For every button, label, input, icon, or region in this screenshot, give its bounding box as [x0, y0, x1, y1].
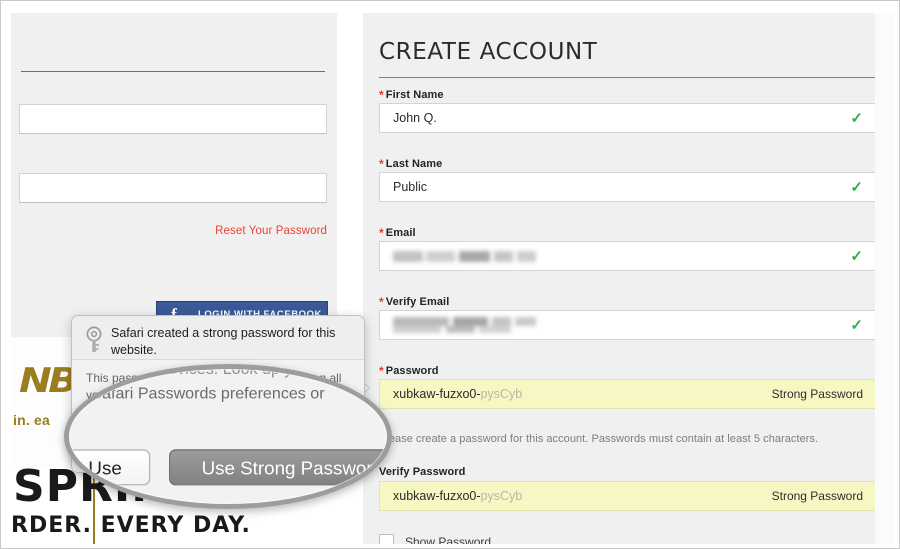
required-marker: *	[379, 157, 384, 171]
magnifier-text-line-1: This… on all your devices. Look up your	[64, 364, 316, 379]
password-value-faded: pysCyb	[480, 387, 523, 401]
password-help-text: Please create a password for this accoun…	[379, 433, 819, 445]
last-name-value: Public	[393, 180, 428, 194]
email-label: * Email	[379, 226, 416, 240]
magnifier-scaled-content: This… on all your devices. Look up your …	[64, 364, 392, 509]
first-name-label: * First Name	[379, 88, 444, 102]
title-divider	[379, 77, 875, 78]
show-password-row[interactable]: Show Password	[379, 534, 491, 544]
password-strength-note: Strong Password	[771, 387, 863, 401]
last-name-label-text: Last Name	[385, 158, 443, 170]
show-password-label: Show Password	[405, 534, 492, 545]
login-username-input[interactable]	[19, 104, 327, 134]
last-name-valid-icon: ✓	[850, 178, 863, 196]
magnified-use-strong-password-button[interactable]: Use Strong Password	[169, 449, 392, 486]
promo-logo-subtext: in. ea	[13, 412, 50, 428]
verify-email-valid-icon: ✓	[850, 316, 863, 334]
first-name-value: John Q.	[393, 111, 437, 125]
first-name-input[interactable]: John Q. ✓	[379, 103, 875, 133]
reset-password-link[interactable]: Reset Your Password	[215, 225, 327, 237]
browser-page-frame: Reset Your Password f LOGIN WITH FACEBOO…	[0, 0, 900, 549]
password-value: xubkaw-fuzxo0-pysCyb	[393, 387, 522, 401]
verify-password-value-visible: xubkaw-fuzxo0-	[393, 489, 481, 503]
email-label-text: Email	[385, 227, 416, 239]
magnified-dont-use-button[interactable]: Don’t Use	[64, 449, 151, 486]
magnifier-text-line-2: sswords in Safari Passwords preferences …	[64, 383, 325, 403]
show-password-checkbox[interactable]	[379, 534, 394, 544]
first-name-label-text: First Name	[385, 89, 444, 101]
email-value-redacted	[393, 250, 536, 262]
page-right-edge	[875, 13, 895, 544]
popover-header: Safari created a strong password for thi…	[72, 316, 364, 360]
login-password-input[interactable]	[19, 173, 327, 203]
magnifier-lens-content: This… on all your devices. Look up your …	[64, 364, 392, 509]
verify-email-value-redacted	[393, 317, 536, 333]
required-marker: *	[379, 295, 384, 309]
verify-email-label-text: Verify Email	[385, 296, 450, 308]
page-content: Reset Your Password f LOGIN WITH FACEBOO…	[7, 7, 895, 544]
create-account-panel: CREATE ACCOUNT * First Name John Q. ✓ * La…	[363, 13, 875, 544]
verify-password-input[interactable]: xubkaw-fuzxo0-pysCyb Strong Password	[379, 481, 875, 511]
last-name-input[interactable]: Public ✓	[379, 172, 875, 202]
verify-email-label: * Verify Email	[379, 295, 449, 309]
required-marker: *	[379, 226, 384, 240]
password-value-visible: xubkaw-fuzxo0-	[393, 387, 481, 401]
email-input[interactable]: ✓	[379, 241, 875, 271]
password-label-text: Password	[385, 365, 439, 377]
login-panel-divider	[21, 71, 325, 72]
required-marker: *	[379, 88, 384, 102]
password-input[interactable]: xubkaw-fuzxo0-pysCyb Strong Password	[379, 379, 875, 409]
verify-email-input[interactable]: ✓	[379, 310, 875, 340]
verify-password-value-faded: pysCyb	[480, 489, 523, 503]
promo-subline: RDER. EVERY DAY.	[11, 513, 251, 538]
verify-password-strength-note: Strong Password	[771, 489, 863, 503]
popover-headline: Safari created a strong password for thi…	[111, 326, 336, 357]
key-icon	[83, 326, 105, 354]
last-name-label: * Last Name	[379, 157, 442, 171]
first-name-valid-icon: ✓	[850, 109, 863, 127]
page-title: CREATE ACCOUNT	[379, 39, 598, 65]
magnifier-bottom-band	[64, 504, 392, 509]
verify-password-value: xubkaw-fuzxo0-pysCyb	[393, 489, 522, 503]
email-valid-icon: ✓	[850, 247, 863, 265]
